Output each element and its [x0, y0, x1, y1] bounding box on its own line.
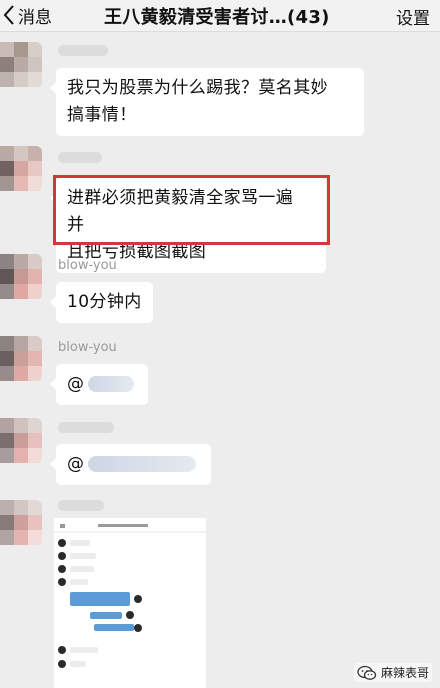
watermark: 麻辣表哥	[353, 663, 432, 682]
chevron-left-icon	[3, 5, 14, 25]
highlight-annotation-box	[53, 175, 330, 245]
avatar[interactable]	[0, 336, 42, 382]
mention-text: @	[67, 374, 85, 394]
mention-name-blurred	[88, 456, 197, 472]
watermark-text: 麻辣表哥	[380, 666, 429, 680]
sender-name-blurred	[58, 45, 108, 56]
nav-bar: 消息 王八黄毅清受害者讨…(43) 设置	[0, 0, 440, 32]
sender-name-blurred	[58, 422, 114, 433]
message-bubble[interactable]: 我只为股票为什么踢我？莫名其妙 搞事情！	[50, 68, 364, 136]
screenshot-thumbnail-image	[54, 518, 206, 688]
wechat-logo-icon	[357, 665, 377, 680]
mention-text: @	[67, 454, 85, 474]
message-text: 10分钟内	[67, 292, 142, 312]
back-button[interactable]: 消息	[2, 2, 52, 28]
avatar[interactable]	[0, 500, 42, 546]
avatar[interactable]	[0, 42, 42, 88]
message-bubble[interactable]: @	[50, 444, 211, 485]
avatar[interactable]	[0, 418, 42, 464]
avatar[interactable]	[0, 254, 42, 300]
sender-name: blow-you	[58, 340, 117, 355]
avatar[interactable]	[0, 146, 42, 192]
back-label: 消息	[18, 7, 52, 28]
message-text-line: 我只为股票为什么踢我？莫名其妙	[67, 78, 328, 98]
settings-button[interactable]: 设置	[396, 4, 430, 29]
sender-name-blurred	[58, 500, 104, 511]
sender-name: blow-you	[58, 258, 117, 273]
message-text-line: 搞事情！	[67, 105, 137, 125]
image-message[interactable]	[54, 518, 206, 688]
mention-name-blurred	[88, 376, 135, 392]
message-bubble[interactable]: @	[50, 364, 148, 405]
chat-title: 王八黄毅清受害者讨…(43)	[104, 7, 330, 28]
message-bubble[interactable]: 10分钟内	[50, 282, 153, 323]
sender-name-blurred	[58, 152, 102, 163]
